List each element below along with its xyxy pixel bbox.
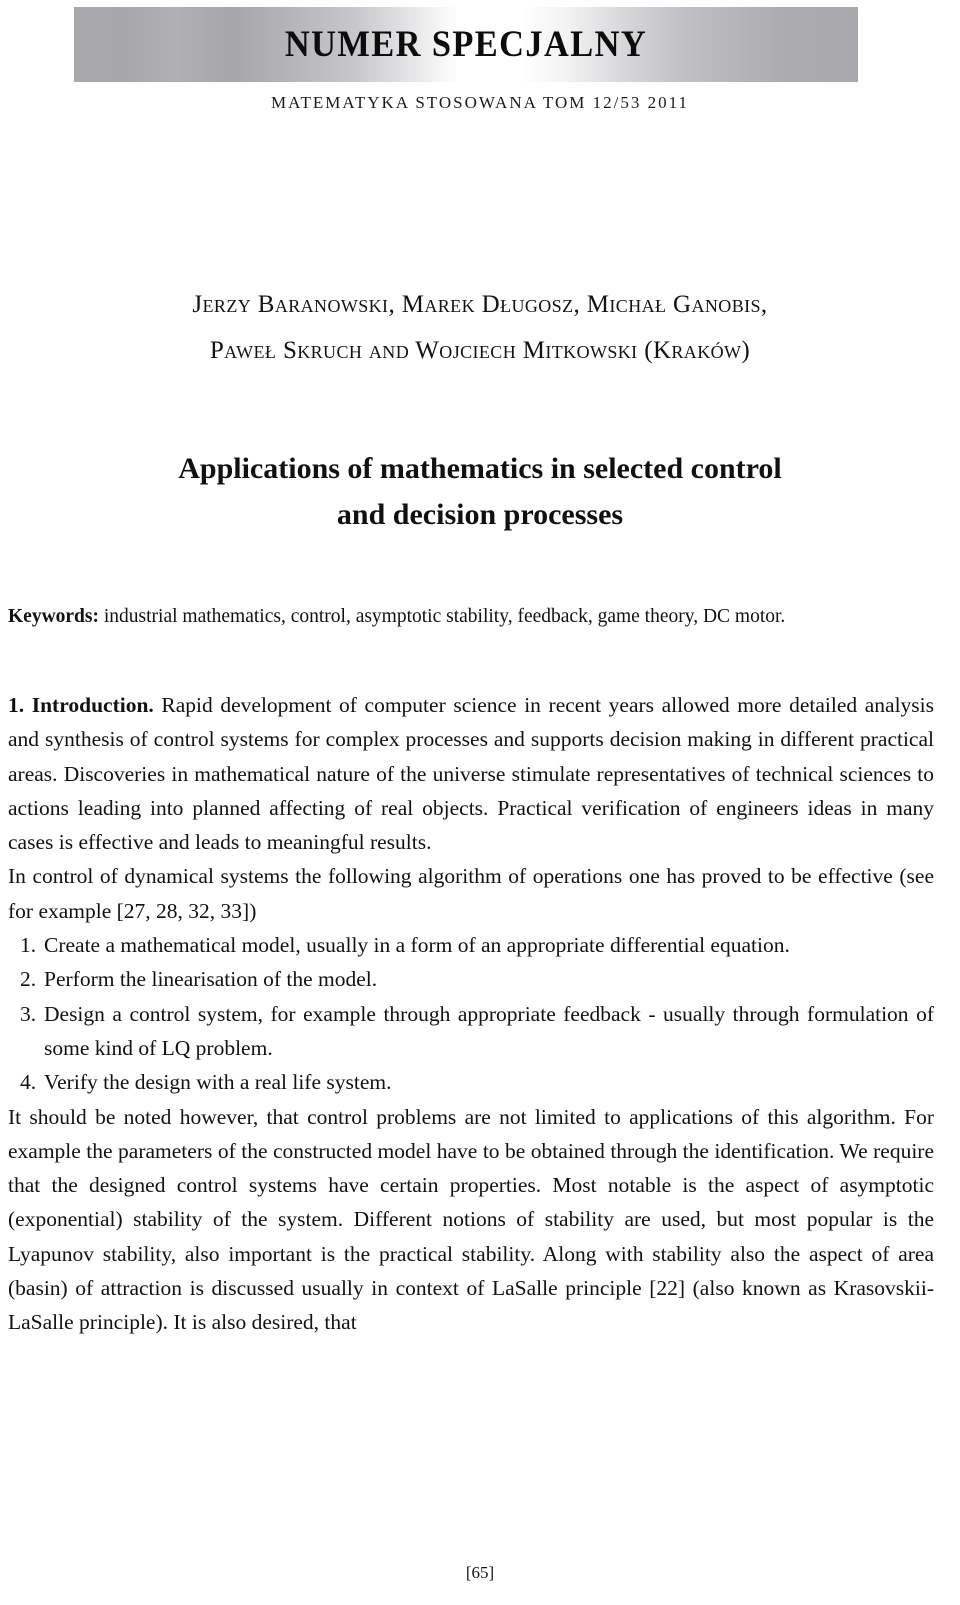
list-item: 4. Verify the design with a real life sys…	[8, 1065, 934, 1099]
algorithm-steps-list: 1. Create a mathematical model, usually i…	[8, 928, 934, 1099]
list-item-number: 3.	[20, 1001, 37, 1026]
masthead-banner: NUMER SPECJALNY	[74, 7, 858, 82]
list-item: 3. Design a control system, for example t…	[8, 997, 934, 1066]
page-number: [65]	[465, 1563, 495, 1582]
banner-title: NUMER SPECJALNY	[284, 24, 648, 65]
section-heading-text: Introduction.	[31, 693, 154, 717]
list-item-text: Create a mathematical model, usually in …	[44, 933, 790, 958]
author-list: Jerzy Baranowski, Marek Długosz, Michał …	[0, 282, 960, 374]
keywords-label: Keywords:	[8, 606, 99, 627]
intro-paragraph-1: 1. Introduction. Rapid development of co…	[8, 688, 934, 859]
section-title	[24, 693, 32, 717]
intro-paragraph-1-text: Rapid development of computer science in…	[8, 693, 934, 855]
paper-title-line-2: and decision processes	[336, 498, 624, 532]
paper-title-line-1: Applications of mathematics in selected …	[178, 452, 782, 486]
intro-paragraph-3: It should be noted however, that control…	[8, 1104, 934, 1335]
keywords-text: industrial mathematics, control, asympto…	[99, 606, 786, 627]
list-item: 1. Create a mathematical model, usually i…	[8, 928, 934, 962]
article-body: 1. Introduction. Rapid development of co…	[8, 688, 934, 1340]
author-line-2: Paweł Skruch and Wojciech Mitkowski (Kra…	[209, 337, 751, 364]
page-title: Applications of mathematics in selected …	[0, 446, 960, 538]
author-line-1: Jerzy Baranowski, Marek Długosz, Michał …	[192, 291, 768, 318]
list-item-text: Verify the design with a real life syste…	[44, 1070, 392, 1095]
keywords-block: Keywords: industrial mathematics, contro…	[8, 602, 934, 631]
journal-issue-line: MATEMATYKA STOSOWANA TOM 12/53 2011	[271, 93, 689, 112]
section-number: 1.	[8, 693, 25, 717]
list-item: 2. Perform the linearisation of the model…	[8, 962, 934, 996]
list-item-text: Perform the linearisation of the model.	[44, 967, 378, 992]
list-item-number: 2.	[20, 967, 37, 992]
list-item-number: 4.	[20, 1070, 37, 1095]
list-item-number: 1.	[20, 933, 37, 958]
list-item-text: Design a control system, for example thr…	[44, 1001, 934, 1060]
intro-paragraph-2: In control of dynamical systems the foll…	[8, 864, 934, 923]
